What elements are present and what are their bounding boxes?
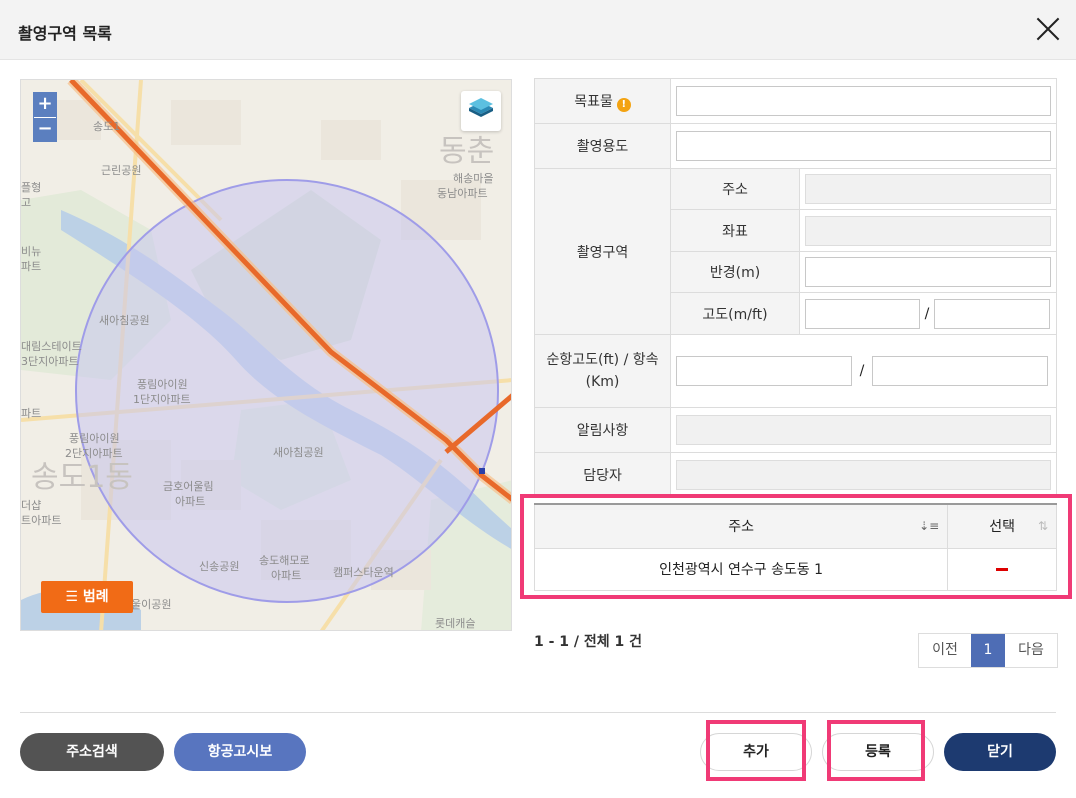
altitude-sep: /: [924, 305, 930, 322]
map-label: 풍림아이원: [69, 432, 120, 445]
notice-field: [676, 415, 1051, 445]
map-label: 송도해모로: [259, 554, 310, 567]
legend-label: 범례: [82, 589, 109, 605]
sort-icon: ⇅: [1037, 519, 1048, 533]
notice-label: 알림사항: [533, 407, 672, 453]
zoom-out-button[interactable]: −: [34, 117, 56, 141]
map-label: 2단지아파트: [65, 447, 123, 460]
zone-grid: 주소 ⇣≡ 선택 ⇅ 인천광역시 연수구 송도동 1: [533, 503, 1057, 591]
cruise-alt-input[interactable]: [676, 356, 853, 386]
map-label: 송도1동: [31, 460, 133, 495]
target-input[interactable]: [676, 86, 1051, 116]
altitude-m-input[interactable]: [804, 298, 920, 329]
prev-page-button[interactable]: 이전: [919, 634, 971, 667]
result-count: 1 - 1 / 전체 1 건: [534, 634, 643, 650]
map-label: 파트: [21, 260, 42, 273]
column-header-address[interactable]: 주소 ⇣≡: [533, 503, 949, 549]
map-label: 더샵: [21, 499, 42, 512]
dialog-title: 촬영구역 목록: [18, 24, 112, 43]
map-label: 플형: [21, 181, 42, 194]
manager-field: [676, 460, 1051, 490]
map-label: 롯데캐슬: [435, 617, 476, 630]
map-label: 신송공원: [199, 560, 240, 573]
map-label: 새아침공원: [273, 446, 324, 459]
zone-form: 목표물! 촬영용도 촬영구역 주소 좌표 반경(m) 고도(m/ft) / 순항…: [533, 78, 1058, 498]
divider: [20, 712, 1056, 713]
layers-button[interactable]: [461, 91, 501, 131]
radius-label: 반경(m): [670, 251, 800, 293]
cruise-sep: /: [859, 363, 865, 379]
add-button[interactable]: 추가: [700, 733, 812, 771]
address-label: 주소: [670, 168, 800, 210]
map-label: 캠퍼스타운역: [333, 566, 394, 579]
pagination: 이전 1 다음: [918, 633, 1058, 668]
map-label: 해송마을: [453, 172, 494, 185]
map-label: 3단지아파트: [21, 355, 79, 368]
close-icon[interactable]: [1034, 16, 1062, 44]
zoom-control: + −: [33, 92, 57, 142]
table-row[interactable]: 인천광역시 연수구 송도동 1: [533, 547, 1057, 591]
radius-input[interactable]: [804, 257, 1051, 287]
map-label: 근린공원: [101, 164, 142, 177]
map-view[interactable]: + − 송도1 근린공원 해송마을 동남아파트 동춘 새아침공원 풍림아이원 1…: [20, 79, 512, 631]
page-button-current[interactable]: 1: [971, 634, 1005, 667]
aero-notice-button[interactable]: 항공고시보: [174, 733, 306, 771]
column-header-select[interactable]: 선택 ⇅: [947, 503, 1057, 549]
map-label: 고: [21, 196, 32, 209]
map-label: 비뉴: [21, 245, 42, 258]
dialog-header: 촬영구역 목록: [0, 0, 1076, 60]
menu-icon: ☰: [65, 589, 78, 605]
map-label: 풍림아이원: [137, 378, 188, 391]
warning-icon: !: [616, 97, 631, 112]
next-page-button[interactable]: 다음: [1005, 634, 1057, 667]
layers-icon: [469, 98, 493, 117]
address-field: [804, 174, 1051, 204]
target-label: 목표물!: [533, 78, 672, 124]
map-label: 송도1: [93, 120, 121, 133]
address-search-button[interactable]: 주소검색: [20, 733, 164, 771]
cruise-label: 순항고도(ft) / 항속(Km): [533, 334, 672, 408]
coord-field: [804, 215, 1051, 246]
map-label: 금호어울림: [163, 480, 214, 493]
sort-icon: ⇣≡: [919, 519, 940, 533]
map-label: 아파트: [175, 495, 206, 508]
manager-label: 담당자: [533, 452, 672, 498]
legend-button[interactable]: ☰ 범례: [41, 581, 133, 613]
map-label: 새아침공원: [99, 314, 150, 327]
row-address: 인천광역시 연수구 송도동 1: [533, 547, 949, 591]
map-label: 울이공원: [131, 598, 172, 611]
cruise-speed-input[interactable]: [872, 356, 1049, 386]
purpose-label: 촬영용도: [533, 123, 672, 169]
zoom-in-button[interactable]: +: [34, 93, 56, 117]
altitude-ft-input[interactable]: [933, 298, 1050, 329]
map-label: 동춘: [439, 134, 495, 169]
map-label: 대림스테이트: [21, 340, 82, 353]
coord-label: 좌표: [670, 209, 800, 252]
minus-icon: [996, 567, 1009, 571]
close-button[interactable]: 닫기: [944, 733, 1056, 771]
purpose-input[interactable]: [676, 131, 1051, 161]
altitude-label: 고도(m/ft): [670, 292, 800, 335]
map-label: 트아파트: [21, 514, 62, 527]
map-label: 파트: [21, 407, 42, 420]
remove-button[interactable]: [947, 547, 1057, 591]
map-label: 동남아파트: [437, 187, 488, 200]
zone-label: 촬영구역: [533, 168, 672, 335]
register-button[interactable]: 등록: [822, 733, 934, 771]
map-label: 아파트: [271, 569, 302, 582]
map-label: 1단지아파트: [133, 393, 191, 406]
